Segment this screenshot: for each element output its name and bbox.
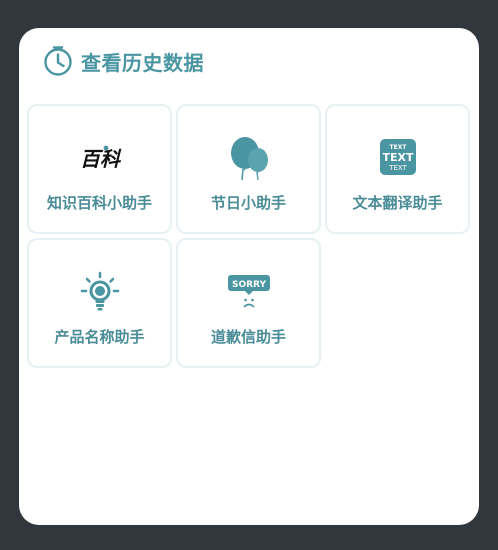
tool-label: 道歉信助手: [210, 328, 286, 346]
tool-tile-baike[interactable]: 百科 知识百科小助手: [27, 104, 172, 234]
tool-label: 文本翻译助手: [352, 194, 443, 212]
svg-text:SORRY: SORRY: [231, 280, 266, 290]
tool-label: 节日小助手: [210, 194, 286, 212]
balloons-icon: [230, 137, 268, 181]
tool-label: 产品名称助手: [54, 328, 145, 346]
sorry-sign-icon: SORRY: [227, 275, 270, 308]
tool-tile-translate[interactable]: TEXT TEXT TEXT 文本翻译助手: [325, 104, 470, 234]
tool-tile-apology[interactable]: SORRY 道歉信助手: [176, 238, 321, 368]
page-title: 查看历史数据: [81, 50, 204, 75]
lightbulb-icon: [80, 271, 119, 311]
clock-icon: [44, 46, 72, 76]
tool-tile-product-name[interactable]: 产品名称助手: [27, 238, 172, 368]
tool-tile-festival[interactable]: 节日小助手: [176, 104, 321, 234]
svg-text:TEXT: TEXT: [389, 144, 407, 151]
svg-text:TEXT: TEXT: [388, 164, 407, 172]
svg-text:TEXT: TEXT: [382, 151, 413, 164]
text-translate-icon: TEXT TEXT TEXT: [379, 139, 416, 175]
panel-header: 查看历史数据: [42, 44, 204, 78]
baike-logo-icon: 百科: [80, 145, 122, 171]
tool-label: 知识百科小助手: [46, 194, 152, 212]
baike-logo-text: 百科: [80, 147, 122, 171]
history-panel: 查看历史数据 百科 知识百科小助手 节日小助手 TEXT TEXT TEXT 文…: [19, 28, 479, 525]
